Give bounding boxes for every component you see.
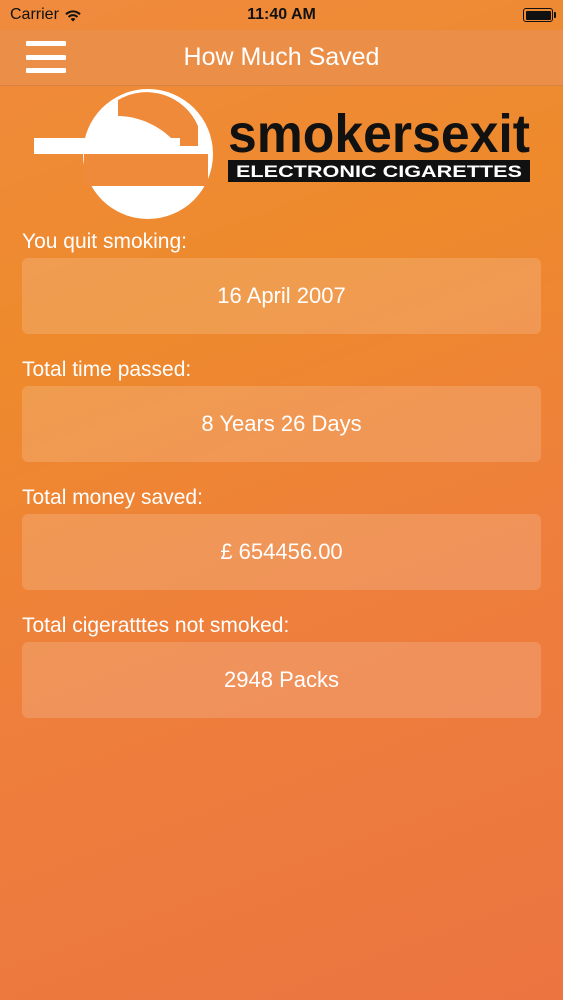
status-right	[393, 8, 556, 22]
status-left: Carrier	[10, 6, 170, 24]
nav-bar: How Much Saved	[0, 30, 563, 86]
money-saved-label: Total money saved:	[22, 486, 203, 509]
cigarettes-not-smoked-value: 2948 Packs	[22, 642, 541, 718]
cigarettes-not-smoked-label: Total cigeratttes not smoked:	[22, 614, 290, 637]
time-passed-value: 8 Years 26 Days	[22, 386, 541, 462]
menu-button[interactable]	[26, 39, 66, 75]
time-passed-label: Total time passed:	[22, 358, 192, 381]
brand-wordmark: smokersexit	[228, 104, 530, 164]
quit-date-label: You quit smoking:	[22, 230, 187, 253]
brand-logo: smokersexit ELECTRONIC CIGARETTES	[28, 86, 538, 222]
battery-icon	[523, 8, 556, 22]
page-title: How Much Saved	[183, 43, 380, 71]
money-saved-value: £ 654456.00	[22, 514, 541, 590]
wifi-icon	[65, 9, 81, 22]
hamburger-icon	[26, 41, 66, 46]
status-time: 11:40 AM	[247, 6, 316, 23]
brand-tagline: ELECTRONIC CIGARETTES	[236, 162, 522, 181]
quit-date-value[interactable]: 16 April 2007	[22, 258, 541, 334]
status-bar: Carrier 11:40 AM	[0, 0, 563, 30]
carrier-label: Carrier	[10, 6, 59, 23]
